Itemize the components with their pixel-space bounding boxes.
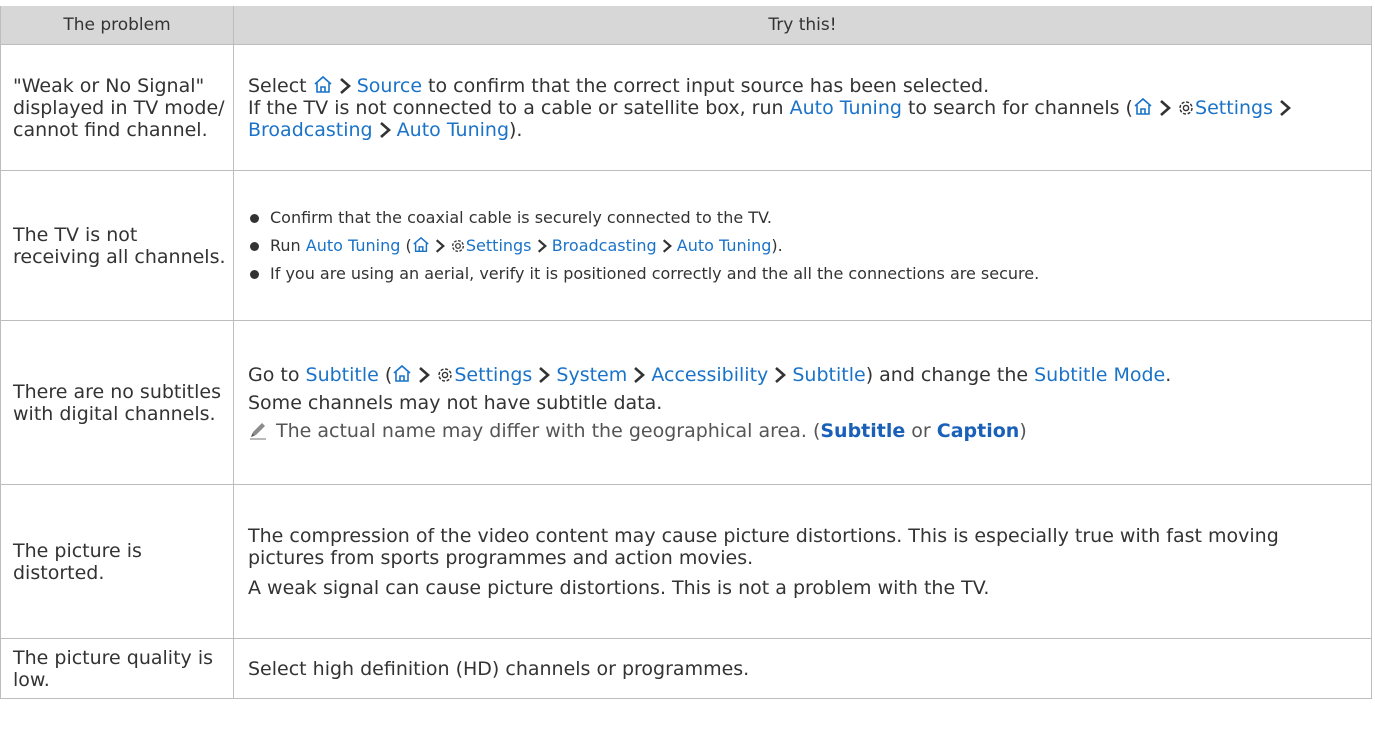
link-auto-tuning[interactable]: Auto Tuning (790, 97, 902, 119)
gear-icon (1179, 100, 1193, 115)
chevron-right-icon (662, 238, 672, 253)
text: to search for channels ( (901, 96, 1133, 119)
chevron-right-icon (435, 238, 445, 253)
link-subtitle-mode[interactable]: Subtitle Mode (1034, 364, 1165, 386)
problem-cell: The picture quality is low. (0, 638, 234, 699)
link-subtitle[interactable]: Subtitle (820, 420, 905, 442)
list-item: Run Auto Tuning ( Settings Broadcasting … (248, 236, 1357, 256)
bullet-list: Confirm that the coaxial cable is secure… (248, 208, 1357, 284)
gear-icon (438, 367, 453, 382)
text: Confirm that the coaxial cable is secure… (270, 207, 772, 227)
problem-cell: The TV is not receiving all channels. (0, 170, 234, 321)
problem-cell: "Weak or No Signal" displayed in TV mode… (0, 44, 234, 171)
text: to confirm that the correct input source… (422, 74, 990, 97)
chevron-right-icon (1160, 99, 1171, 116)
table-header-row: The problem Try this! (0, 6, 1372, 45)
list-item: If you are using an aerial, verify it is… (248, 264, 1357, 284)
link-accessibility[interactable]: Accessibility (651, 364, 768, 386)
table-row: The TV is not receiving all channels. Co… (0, 170, 1372, 321)
link-source[interactable]: Source (357, 75, 422, 97)
text: Go to (248, 363, 306, 386)
link-subtitle[interactable]: Subtitle (792, 364, 865, 386)
text: If you are using an aerial, verify it is… (270, 263, 1040, 283)
note: The actual name may differ with the geog… (248, 420, 1357, 442)
pencil-icon (250, 422, 266, 440)
text: Select (248, 74, 313, 97)
link-settings[interactable]: Settings (466, 236, 532, 255)
chevron-right-icon (419, 366, 431, 383)
chevron-right-icon (537, 238, 547, 253)
link-caption[interactable]: Caption (937, 420, 1020, 442)
text: ) and change the (865, 363, 1035, 386)
solution-cell: Select Source to confirm that the correc… (233, 44, 1372, 171)
bullet-icon (250, 213, 259, 223)
link-broadcasting[interactable]: Broadcasting (248, 119, 373, 141)
home-icon (393, 364, 411, 382)
chevron-right-icon (775, 366, 787, 383)
solution-cell: Select high definition (HD) channels or … (233, 638, 1372, 699)
problem-cell: There are no subtitles with digital chan… (0, 320, 234, 485)
chevron-right-icon (379, 121, 391, 138)
chevron-right-icon (634, 366, 646, 383)
home-icon (413, 236, 429, 252)
link-settings[interactable]: Settings (454, 364, 532, 386)
table-row: There are no subtitles with digital chan… (0, 320, 1372, 485)
table-row: The picture is distorted. The compressio… (0, 484, 1372, 639)
gear-icon (451, 239, 464, 252)
text: The actual name may differ with the geog… (276, 419, 821, 442)
solution-line: Some channels may not have subtitle data… (248, 391, 663, 414)
problem-cell: The picture is distorted. (0, 484, 234, 639)
solution-line: A weak signal can cause picture distorti… (248, 576, 990, 599)
text: or (905, 419, 937, 442)
text: ( (400, 235, 412, 255)
link-auto-tuning[interactable]: Auto Tuning (306, 236, 401, 255)
link-system[interactable]: System (556, 364, 627, 386)
solution-line: Select Source to confirm that the correc… (248, 75, 1357, 97)
home-icon (314, 75, 332, 93)
chevron-right-icon (339, 77, 351, 94)
bullet-icon (250, 241, 259, 251)
link-auto-tuning[interactable]: Auto Tuning (677, 236, 772, 255)
note-text: The actual name may differ with the geog… (276, 420, 1027, 442)
link-broadcasting[interactable]: Broadcasting (552, 236, 657, 255)
link-settings[interactable]: Settings (1195, 97, 1273, 119)
text: ). (771, 235, 783, 255)
text: . (1165, 363, 1172, 386)
list-item: Confirm that the coaxial cable is secure… (248, 208, 1357, 228)
table-row: "Weak or No Signal" displayed in TV mode… (0, 44, 1372, 171)
column-header-problem: The problem (0, 6, 234, 45)
chevron-right-icon (539, 366, 551, 383)
text: ) (1019, 419, 1027, 442)
text: ). (509, 118, 523, 141)
solution-cell: The compression of the video content may… (233, 484, 1372, 639)
table-row: The picture quality is low. Select high … (0, 638, 1372, 699)
solution-line: The compression of the video content may… (248, 524, 1279, 569)
chevron-right-icon (1280, 99, 1292, 116)
solution-cell: Go to Subtitle ( Settings System Accessi… (233, 320, 1372, 485)
text: ( (378, 363, 393, 386)
link-subtitle[interactable]: Subtitle (306, 364, 379, 386)
home-icon (1134, 97, 1152, 115)
solution-cell: Confirm that the coaxial cable is secure… (233, 170, 1372, 321)
troubleshooting-table: The problem Try this! "Weak or No Signal… (0, 6, 1372, 699)
bullet-icon (250, 269, 259, 279)
column-header-try-this: Try this! (233, 6, 1372, 45)
solution-line: Go to Subtitle ( Settings System Accessi… (248, 364, 1357, 386)
text: Run (270, 235, 306, 255)
solution-line: If the TV is not connected to a cable or… (248, 97, 1357, 141)
link-auto-tuning[interactable]: Auto Tuning (397, 119, 509, 141)
text: If the TV is not connected to a cable or… (248, 96, 790, 119)
